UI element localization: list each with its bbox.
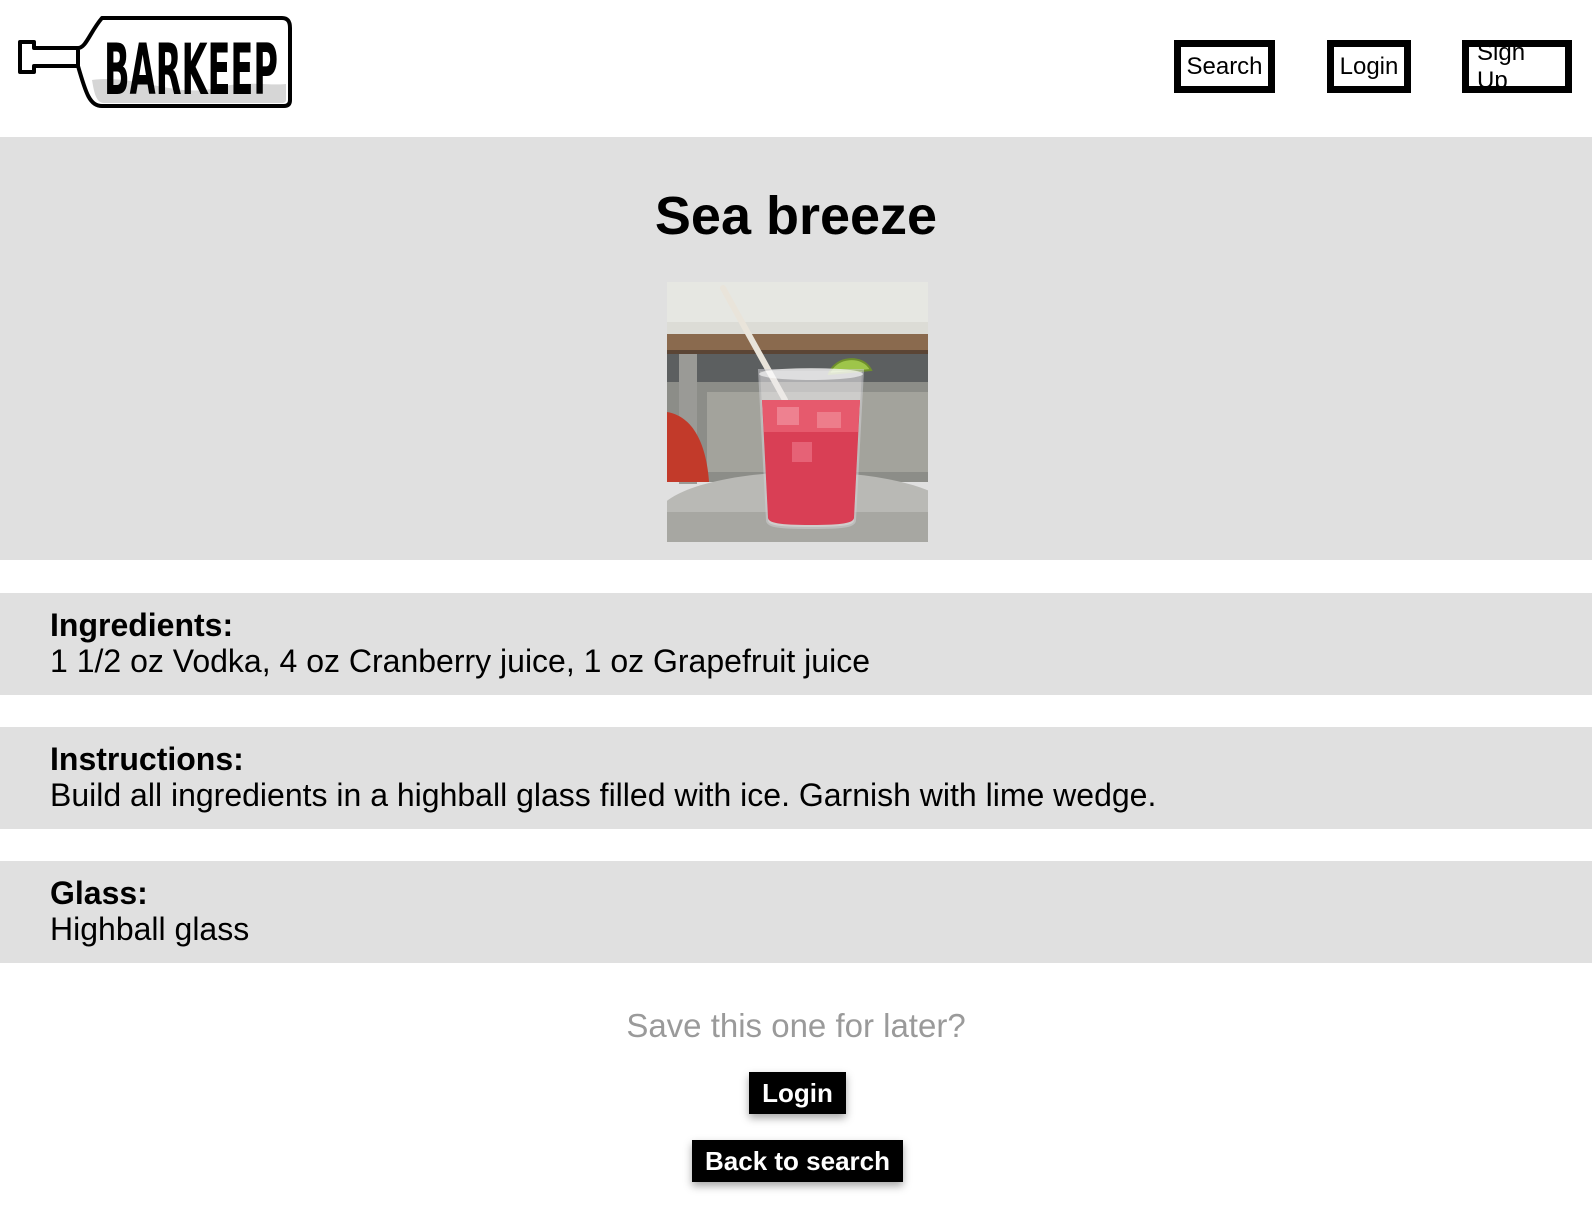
- nav-search-button[interactable]: Search: [1174, 40, 1275, 93]
- site-header: BARKEEP Search Login Sign Up: [0, 0, 1592, 137]
- glass-section: Glass: Highball glass: [0, 861, 1592, 963]
- drink-image: [667, 282, 928, 542]
- instructions-section: Instructions: Build all ingredients in a…: [0, 727, 1592, 829]
- drink-title: Sea breeze: [654, 186, 938, 246]
- ingredients-section: Ingredients: 1 1/2 oz Vodka, 4 oz Cranbe…: [0, 593, 1592, 695]
- back-to-search-button[interactable]: Back to search: [692, 1140, 903, 1182]
- nav-signup-button[interactable]: Sign Up: [1462, 39, 1572, 94]
- bottle-logo-icon: BARKEEP: [18, 16, 292, 111]
- instructions-value: Build all ingredients in a highball glas…: [50, 777, 1157, 813]
- barkeep-logo[interactable]: BARKEEP: [16, 14, 296, 111]
- nav-login-button[interactable]: Login: [1327, 40, 1411, 93]
- ingredients-label: Ingredients:: [50, 607, 234, 643]
- save-prompt: Save this one for later?: [626, 1007, 966, 1044]
- logo-wordmark: BARKEEP: [104, 29, 278, 110]
- ingredients-value: 1 1/2 oz Vodka, 4 oz Cranberry juice, 1 …: [50, 643, 870, 679]
- glass-value: Highball glass: [50, 911, 250, 947]
- glass-label: Glass:: [50, 875, 148, 911]
- drink-hero: Sea breeze: [0, 137, 1592, 560]
- instructions-label: Instructions:: [50, 741, 244, 777]
- login-button[interactable]: Login: [749, 1072, 846, 1114]
